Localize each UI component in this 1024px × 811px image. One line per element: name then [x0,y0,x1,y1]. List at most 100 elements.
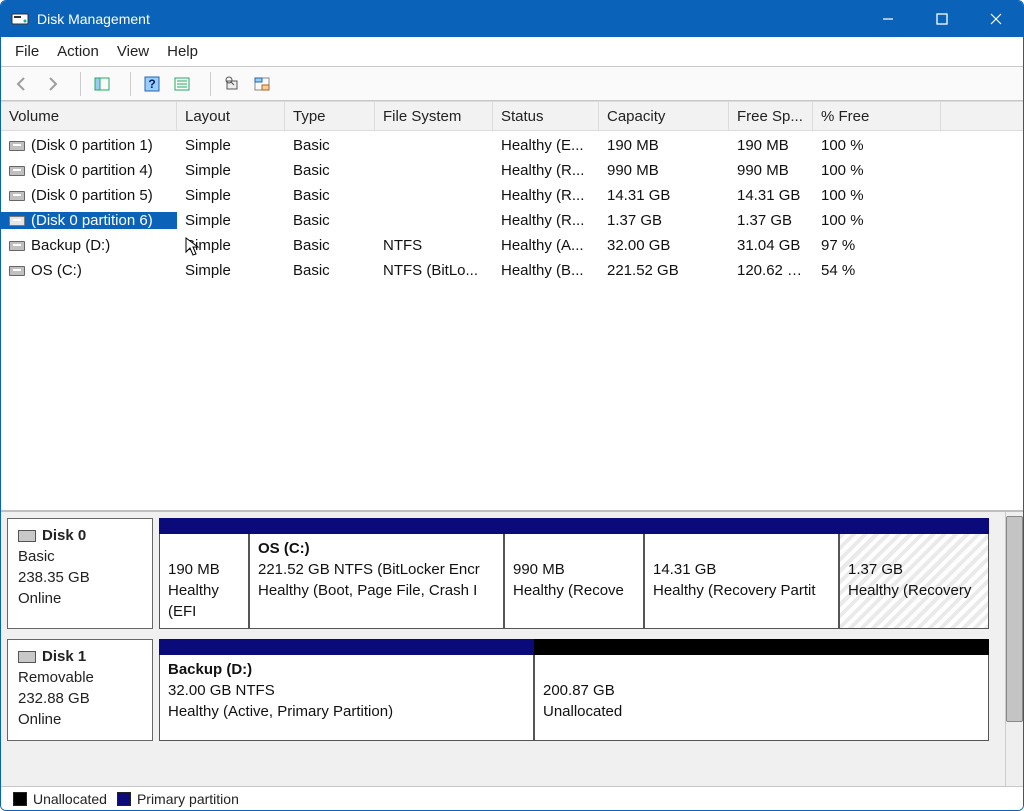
legend-primary: Primary partition [137,791,239,807]
partition-status: Healthy (Active, Primary Partition) [168,703,393,720]
cell-free: 990 MB [729,162,813,179]
toolbar-separator [73,72,81,96]
disk-partitions: Backup (D:)32.00 GB NTFSHealthy (Active,… [159,639,997,741]
volume-row[interactable]: OS (C:)SimpleBasicNTFS (BitLo...Healthy … [1,258,1023,283]
cell-capacity: 32.00 GB [599,237,729,254]
cell-volume: (Disk 0 partition 5) [1,187,177,204]
volume-icon [9,216,25,226]
col-layout[interactable]: Layout [177,102,285,130]
cell-status: Healthy (E... [493,137,599,154]
volume-icon [9,266,25,276]
cell-status: Healthy (R... [493,162,599,179]
partition[interactable]: Backup (D:)32.00 GB NTFSHealthy (Active,… [159,655,534,741]
disk-label[interactable]: Disk 1Removable232.88 GBOnline [7,639,153,741]
vertical-scrollbar[interactable] [1005,512,1023,786]
menu-view[interactable]: View [117,43,149,60]
toolbar-separator [203,72,211,96]
cell-pct: 100 % [813,137,941,154]
volume-rows: (Disk 0 partition 1)SimpleBasicHealthy (… [1,131,1023,283]
refresh-button[interactable] [249,71,275,97]
window-title: Disk Management [37,11,150,27]
cell-volume: (Disk 0 partition 4) [1,162,177,179]
disk-type: Removable [18,669,94,686]
properties-button[interactable] [219,71,245,97]
cell-layout: Simple [177,212,285,229]
cell-fs: NTFS [375,237,493,254]
cell-fs: NTFS (BitLo... [375,262,493,279]
partition[interactable]: OS (C:)221.52 GB NTFS (BitLocker EncrHea… [249,534,504,629]
cell-layout: Simple [177,137,285,154]
cell-volume: OS (C:) [1,262,177,279]
cell-free: 1.37 GB [729,212,813,229]
column-headers: Volume Layout Type File System Status Ca… [1,101,1023,131]
disk-row: Disk 0Basic238.35 GBOnline190 MBHealthy … [7,518,997,629]
cell-layout: Simple [177,162,285,179]
cell-layout: Simple [177,187,285,204]
partition[interactable]: 990 MBHealthy (Recove [504,534,644,629]
cell-type: Basic [285,137,375,154]
cell-layout: Simple [177,237,285,254]
titlebar: Disk Management [1,1,1023,37]
disk-icon [18,651,36,663]
partition-size: 990 MB [513,561,565,578]
cell-capacity: 1.37 GB [599,212,729,229]
show-hide-console-tree-button[interactable] [89,71,115,97]
col-file-system[interactable]: File System [375,102,493,130]
menu-help[interactable]: Help [167,43,198,60]
cell-pct: 100 % [813,162,941,179]
volume-icon [9,191,25,201]
cell-volume: Backup (D:) [1,237,177,254]
disk-icon [18,530,36,542]
cell-capacity: 190 MB [599,137,729,154]
disk-size: 238.35 GB [18,569,90,586]
toolbar: ? [1,67,1023,101]
disk-graphical-view: Disk 0Basic238.35 GBOnline190 MBHealthy … [1,510,1023,810]
cell-type: Basic [285,237,375,254]
minimize-button[interactable] [861,1,915,37]
volume-row[interactable]: Backup (D:)SimpleBasicNTFSHealthy (A...3… [1,233,1023,258]
cell-capacity: 990 MB [599,162,729,179]
disk-label[interactable]: Disk 0Basic238.35 GBOnline [7,518,153,629]
disk-size: 232.88 GB [18,690,90,707]
col-free[interactable]: Free Sp... [729,102,813,130]
maximize-button[interactable] [915,1,969,37]
forward-button[interactable] [39,71,65,97]
disk-management-icon [11,10,29,28]
col-status[interactable]: Status [493,102,599,130]
disk-row: Disk 1Removable232.88 GBOnlineBackup (D:… [7,639,997,741]
menu-action[interactable]: Action [57,43,99,60]
partition-size: 14.31 GB [653,561,716,578]
partition[interactable]: 1.37 GB Healthy (Recovery [839,534,989,629]
disk-name: Disk 0 [42,527,86,544]
cell-free: 31.04 GB [729,237,813,254]
cell-type: Basic [285,162,375,179]
help-button[interactable]: ? [139,71,165,97]
menu-file[interactable]: File [15,43,39,60]
partition[interactable]: 14.31 GB Healthy (Recovery Partit [644,534,839,629]
col-pct-free[interactable]: % Free [813,102,941,130]
window: Disk Management File Action View Help ? … [0,0,1024,811]
partition[interactable]: 190 MBHealthy (EFI [159,534,249,629]
cell-status: Healthy (B... [493,262,599,279]
close-button[interactable] [969,1,1023,37]
partition[interactable]: 200.87 GBUnallocated [534,655,989,741]
volume-row[interactable]: (Disk 0 partition 6)SimpleBasicHealthy (… [1,208,1023,233]
legend: Unallocated Primary partition [1,786,1023,810]
col-type[interactable]: Type [285,102,375,130]
volume-row[interactable]: (Disk 0 partition 5)SimpleBasicHealthy (… [1,183,1023,208]
action-list-button[interactable] [169,71,195,97]
partition-size: 200.87 GB [543,682,615,699]
back-button[interactable] [9,71,35,97]
col-volume[interactable]: Volume [1,102,177,130]
col-extra [941,102,1023,130]
menubar: File Action View Help [1,37,1023,67]
partition-status: Healthy (Recovery [848,582,971,599]
partition-title: Backup (D:) [168,661,252,678]
cell-status: Healthy (R... [493,187,599,204]
partition-size: 1.37 GB [848,561,903,578]
volume-row[interactable]: (Disk 0 partition 1)SimpleBasicHealthy (… [1,133,1023,158]
cell-capacity: 221.52 GB [599,262,729,279]
volume-row[interactable]: (Disk 0 partition 4)SimpleBasic Healthy (… [1,158,1023,183]
col-capacity[interactable]: Capacity [599,102,729,130]
partition-status: Healthy (Recovery Partit [653,582,816,599]
